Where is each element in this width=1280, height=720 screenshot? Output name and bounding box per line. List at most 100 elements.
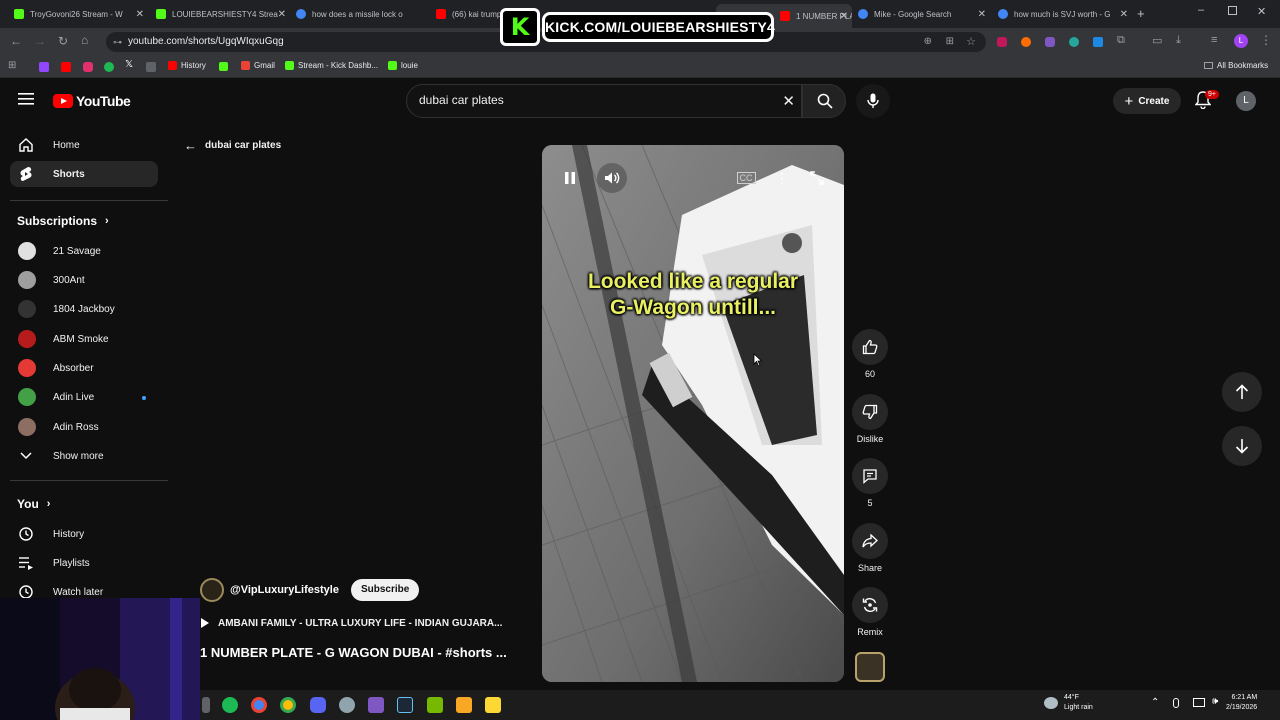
related-video-link[interactable]: AMBANI FAMILY - ULTRA LUXURY LIFE - INDI… xyxy=(200,617,530,629)
next-video-button[interactable] xyxy=(1222,426,1262,466)
extension-icon[interactable] xyxy=(1021,37,1031,47)
sidebar-item-home[interactable]: Home xyxy=(10,132,158,158)
close-icon[interactable]: ✕ xyxy=(278,9,286,20)
back-icon[interactable]: ← xyxy=(10,34,22,48)
search-button[interactable] xyxy=(802,84,846,118)
site-info-icon[interactable]: ⊶ xyxy=(113,32,122,52)
dislike-button[interactable] xyxy=(852,394,888,430)
chrome-icon[interactable] xyxy=(251,697,267,713)
apps-grid-icon[interactable]: ⊞ xyxy=(8,60,16,71)
spotify-icon[interactable] xyxy=(104,62,114,72)
menu-icon[interactable] xyxy=(18,92,34,111)
sidebar-item-playlists[interactable]: Playlists xyxy=(10,550,158,576)
kick-icon[interactable] xyxy=(219,62,228,71)
extension-icon[interactable] xyxy=(997,37,1007,47)
sidebar-item-history[interactable]: History xyxy=(10,521,158,547)
extension-icon[interactable] xyxy=(1093,37,1103,47)
network-icon[interactable] xyxy=(1193,698,1205,707)
volume-button[interactable] xyxy=(597,163,627,193)
install-icon[interactable]: ⊞ xyxy=(946,32,954,52)
home-browser-icon[interactable]: ⌂ xyxy=(81,33,88,47)
browser-tab[interactable]: Mike - Google Search ✕ xyxy=(852,4,990,24)
share-button[interactable] xyxy=(852,523,888,559)
sidebar-item-subscription[interactable]: 1804 Jackboy xyxy=(10,296,158,322)
weather-widget[interactable]: 44°F Light rain xyxy=(1064,693,1093,713)
settings-icon[interactable] xyxy=(339,697,355,713)
subscriptions-heading[interactable]: Subscriptions › xyxy=(17,214,109,228)
browser-tab[interactable]: (66) kai trump xyxy=(430,4,502,24)
bookmark-kick-dashboard[interactable]: Stream - Kick Dashb... xyxy=(285,61,378,70)
show-more-button[interactable]: Show more xyxy=(10,443,158,469)
tray-chevron-icon[interactable]: ⌃ xyxy=(1151,697,1159,708)
sidebar-item-subscription[interactable]: 300Ant xyxy=(10,267,158,293)
downloads-icon[interactable]: ⤓ xyxy=(1176,34,1181,47)
close-icon[interactable]: ✕ xyxy=(136,9,144,20)
speaker-icon[interactable]: 🕪 xyxy=(1212,696,1218,707)
youtube-logo[interactable]: YouTube xyxy=(53,93,131,109)
close-icon[interactable]: ✕ xyxy=(978,9,986,20)
comments-button[interactable] xyxy=(852,458,888,494)
captions-button[interactable]: CC xyxy=(731,163,761,193)
browser-menu-icon[interactable]: ⋮ xyxy=(1260,33,1272,47)
browser-tab[interactable]: LOUIEBEARSHIESTY4 Strea ✕ xyxy=(150,4,290,24)
restore-icon[interactable] xyxy=(1228,6,1237,15)
system-clock[interactable]: 6:21 AM 2/19/2026 xyxy=(1226,693,1257,713)
close-icon[interactable]: ✕ xyxy=(1120,9,1128,20)
spotify-icon[interactable] xyxy=(222,697,238,713)
reload-icon[interactable]: ↻ xyxy=(58,34,68,48)
channel-name[interactable]: @VipLuxuryLifestyle xyxy=(230,584,339,596)
account-avatar[interactable]: L xyxy=(1236,91,1256,111)
browser-tab[interactable]: how does a missile lock o xyxy=(290,4,430,24)
fullscreen-button[interactable] xyxy=(802,163,832,193)
close-window-icon[interactable]: ✕ xyxy=(1257,5,1266,18)
previous-video-button[interactable] xyxy=(1222,372,1262,412)
sidebar-item-subscription[interactable]: Adin Live xyxy=(10,384,158,410)
search-input[interactable] xyxy=(419,93,769,107)
voice-search-button[interactable] xyxy=(856,84,890,118)
video-title[interactable]: 1 NUMBER PLATE - G WAGON DUBAI - #shorts… xyxy=(200,645,530,660)
file-explorer-icon[interactable] xyxy=(456,697,472,713)
shorts-video-player[interactable]: CC ⋮ Looked like a regular G-Wagon until… xyxy=(542,145,844,682)
like-button[interactable] xyxy=(852,329,888,365)
extensions-puzzle-icon[interactable]: ⧉ xyxy=(1117,34,1125,47)
bookmark-history[interactable]: History xyxy=(168,61,206,70)
weather-icon[interactable] xyxy=(1044,697,1058,709)
sticky-notes-icon[interactable] xyxy=(485,697,501,713)
sidebar-item-shorts[interactable]: Shorts xyxy=(10,161,158,187)
twitch-icon[interactable] xyxy=(39,62,49,72)
create-button[interactable]: + Create xyxy=(1113,88,1181,114)
profile-icon[interactable]: L xyxy=(1234,34,1248,48)
back-to-search[interactable]: ← dubai car plates xyxy=(184,138,281,153)
clear-search-icon[interactable]: ✕ xyxy=(782,92,795,110)
sidebar-item-subscription[interactable]: 21 Savage xyxy=(10,238,158,264)
discord-icon[interactable] xyxy=(310,697,326,713)
sidebar-item-subscription[interactable]: ABM Smoke xyxy=(10,326,158,352)
nvidia-icon[interactable] xyxy=(427,697,443,713)
all-bookmarks[interactable]: All Bookmarks xyxy=(1204,61,1268,70)
subscribe-button[interactable]: Subscribe xyxy=(350,579,420,601)
bookmark-icon[interactable] xyxy=(146,62,156,72)
x-icon[interactable]: 𝕏 xyxy=(125,59,133,70)
new-tab-icon[interactable]: + xyxy=(1137,6,1145,21)
sidebar-item-subscription[interactable]: Adin Ross xyxy=(10,414,158,440)
audio-source-thumbnail[interactable] xyxy=(855,652,885,682)
minimize-icon[interactable]: – xyxy=(1198,4,1204,16)
close-icon[interactable]: ✕ xyxy=(840,11,848,22)
extension-icon[interactable] xyxy=(1045,37,1055,47)
instagram-icon[interactable] xyxy=(83,62,93,72)
bookmark-gmail[interactable]: Gmail xyxy=(241,61,275,70)
taskbar-app-icon[interactable] xyxy=(202,697,210,713)
browser-tab[interactable]: how much is SVJ worth - G ✕ xyxy=(992,4,1132,24)
more-options-button[interactable]: ⋮ xyxy=(767,163,797,193)
remix-button[interactable] xyxy=(852,587,888,623)
youtube-icon[interactable] xyxy=(61,62,71,72)
microphone-tray-icon[interactable] xyxy=(1173,698,1179,708)
bookmark-louie[interactable]: louie xyxy=(388,61,418,70)
channel-avatar[interactable] xyxy=(200,578,224,602)
forward-icon[interactable]: → xyxy=(34,34,46,48)
zoom-icon[interactable]: ⊕ xyxy=(924,32,932,52)
pause-button[interactable] xyxy=(555,163,585,193)
game-launcher-icon[interactable] xyxy=(368,697,384,713)
you-heading[interactable]: You › xyxy=(17,497,50,511)
cast-icon[interactable]: ▭ xyxy=(1152,34,1162,47)
